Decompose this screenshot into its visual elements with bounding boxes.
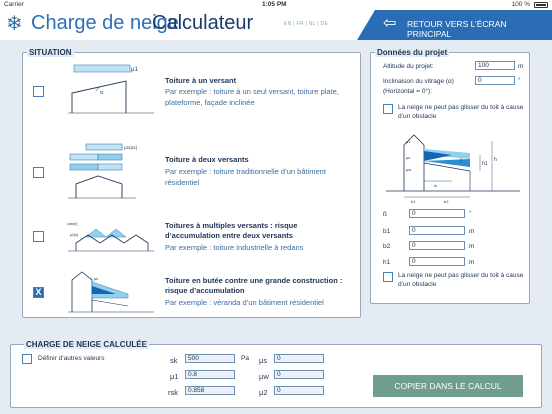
situation-1-title: Toiture à un versant bbox=[165, 76, 237, 85]
b1-label: b1 bbox=[383, 228, 391, 235]
mus-value: 0 bbox=[274, 354, 324, 363]
mu2-value: 0 bbox=[274, 386, 324, 395]
h1-unit: m bbox=[469, 259, 475, 266]
mu1-label: μ1 bbox=[131, 67, 138, 73]
mus-label: μs bbox=[94, 276, 98, 281]
obstacle-2-label: La neige ne peut pas glisser du toit à c… bbox=[398, 272, 524, 288]
situation-4-description: Par exemple : véranda d’un bâtiment rési… bbox=[165, 298, 324, 307]
beta-input[interactable]: 0 bbox=[409, 209, 465, 218]
single-slope-roof-diagram: μ1 α bbox=[66, 63, 156, 121]
clock: 1:05 PM bbox=[262, 1, 287, 8]
muw-value: 0 bbox=[274, 370, 324, 379]
altitude-label: Altitude du projet: bbox=[383, 63, 434, 70]
rsk-value: 0.858 bbox=[185, 386, 235, 395]
situation-4-title: Toiture en butée contre une grande const… bbox=[165, 276, 343, 295]
situation-4-checkbox[interactable]: X bbox=[33, 287, 44, 298]
rsk-label: rsk bbox=[168, 388, 178, 397]
mu1-a1-label: μ1(α1) bbox=[124, 145, 138, 150]
svg-text:case(i): case(i) bbox=[67, 222, 78, 226]
situation-2-title: Toiture à deux versants bbox=[165, 155, 249, 164]
arrow-left-icon: ⇦ bbox=[383, 15, 397, 32]
app-title-sub: Calculateur bbox=[152, 12, 254, 34]
battery-icon bbox=[534, 2, 548, 8]
back-button-label: RETOUR VERS L’ÉCRAN PRINCIPAL bbox=[407, 19, 507, 39]
back-to-main-button[interactable]: ⇦ RETOUR VERS L’ÉCRAN PRINCIPAL bbox=[357, 10, 552, 40]
beta-unit: ° bbox=[469, 210, 472, 217]
inclination-unit: ° bbox=[518, 77, 521, 84]
svg-text:α: α bbox=[100, 90, 103, 96]
altitude-unit: m bbox=[518, 63, 524, 70]
sk-value: 500 bbox=[185, 354, 235, 363]
copy-to-calculation-button[interactable]: COPIER DANS LE CALCUL bbox=[373, 375, 523, 397]
beta-label: ß bbox=[383, 211, 387, 218]
define-other-checkbox[interactable] bbox=[22, 354, 32, 364]
obstacle-2-checkbox[interactable] bbox=[383, 272, 393, 282]
h1-label: h1 bbox=[383, 259, 391, 266]
diagram-b2-label: b2 bbox=[444, 199, 449, 204]
double-slope-roof-diagram: μ1(α1) bbox=[66, 140, 156, 202]
h1-input[interactable]: 0 bbox=[409, 257, 465, 266]
mu2-label: μ2 bbox=[259, 388, 268, 397]
b2-input[interactable]: 0 bbox=[409, 241, 465, 250]
battery-percent: 100 % bbox=[511, 1, 530, 8]
diagram-h1-label: h1 bbox=[482, 161, 488, 167]
situation-2-description: Par exemple : toiture traditionnelle d’u… bbox=[165, 167, 326, 187]
multi-slope-roof-diagram: case(i) μ2(α) bbox=[66, 219, 156, 255]
language-switcher[interactable]: EN | FR | NL | DE bbox=[284, 21, 328, 27]
app-header: ❄ Charge de neige Calculateur EN | FR | … bbox=[0, 10, 552, 40]
mu1-label: μ1 bbox=[170, 372, 179, 381]
situation-2-checkbox[interactable] bbox=[33, 167, 44, 178]
situation-legend: SITUATION bbox=[27, 48, 74, 57]
diagram-muw-label: μw bbox=[406, 167, 411, 172]
diagram-h-label: h bbox=[494, 157, 497, 163]
calculated-load-legend: CHARGE DE NEIGE CALCULÉE bbox=[24, 340, 149, 349]
sk-label: sk bbox=[170, 356, 178, 365]
b1-input[interactable]: 0 bbox=[409, 226, 465, 235]
sk-unit: Pa bbox=[241, 355, 249, 362]
snowflake-icon: ❄ bbox=[6, 13, 23, 35]
mu2-alpha-label: μ2(α) bbox=[70, 233, 78, 237]
b2-unit: m bbox=[469, 243, 475, 250]
obstacle-1-label: La neige ne peut pas glisser du toit à c… bbox=[398, 104, 524, 120]
inclination-input[interactable]: 0 bbox=[475, 76, 515, 85]
abutting-roof-diagram: μs bbox=[66, 266, 156, 316]
obstacle-1-checkbox[interactable] bbox=[383, 104, 393, 114]
diagram-mus-label: μs bbox=[406, 155, 410, 160]
project-data-legend: Données du projet bbox=[375, 48, 450, 57]
situation-3-checkbox[interactable] bbox=[33, 231, 44, 242]
inclination-sublabel: (Horizontal = 0°): bbox=[383, 88, 433, 95]
altitude-input[interactable]: 100 bbox=[475, 61, 515, 70]
b1-unit: m bbox=[469, 228, 475, 235]
carrier-label: Carrier bbox=[4, 1, 24, 8]
situation-3-description: Par exemple : toiture industrielle à red… bbox=[165, 243, 304, 252]
define-other-label: Définir d’autres valeurs bbox=[38, 355, 105, 362]
b2-label: b2 bbox=[383, 243, 391, 250]
diagram-b1-label: b1 bbox=[411, 199, 416, 204]
situation-3-title: Toitures à multiples versants : risque d… bbox=[165, 221, 298, 240]
diagram-ls-label: ls bbox=[434, 183, 437, 188]
status-bar: Carrier 1:05 PM 100 % bbox=[0, 0, 552, 10]
abutting-roof-parameter-diagram: h h1 μ1 μs μw β b1 b2 ls bbox=[386, 134, 520, 204]
situation-1-description: Par exemple : toiture à un seul versant,… bbox=[165, 87, 339, 107]
mus-label: μs bbox=[259, 356, 268, 365]
situation-1-checkbox[interactable] bbox=[33, 86, 44, 97]
inclination-label: Inclinaison du vitrage (α) bbox=[383, 78, 454, 85]
diagram-mu1-label: μ1 bbox=[406, 139, 411, 144]
mu1-value: 0.8 bbox=[185, 370, 235, 379]
muw-label: μw bbox=[259, 372, 269, 381]
